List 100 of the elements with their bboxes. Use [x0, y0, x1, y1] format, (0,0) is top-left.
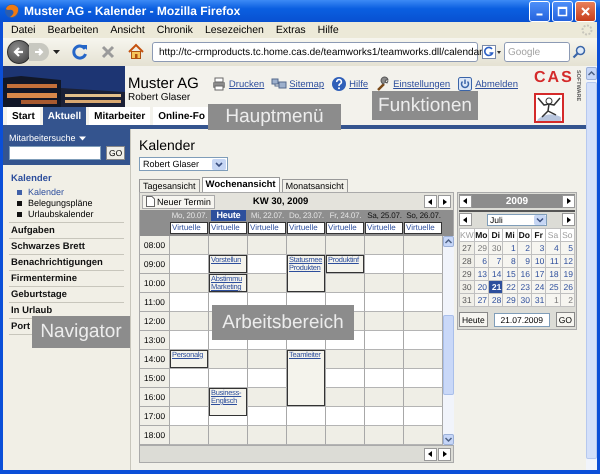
back-button[interactable]	[7, 40, 31, 64]
next-button[interactable]	[438, 448, 451, 460]
calendar-day[interactable]: 23	[518, 281, 532, 293]
calendar-day[interactable]: 2	[560, 294, 574, 306]
menu-tab[interactable]: Online-Fo	[153, 107, 210, 125]
virtual-slot[interactable]: Virtuelle	[404, 222, 442, 234]
next-button[interactable]	[438, 195, 451, 208]
menu-item[interactable]: Ansicht	[104, 24, 151, 36]
search-input[interactable]	[9, 146, 101, 160]
calendar-day[interactable]: 11	[546, 255, 560, 267]
calendar-day[interactable]: 24	[532, 281, 546, 293]
calendar-day[interactable]: 27	[474, 294, 488, 306]
scroll-up-button[interactable]	[443, 236, 454, 247]
menu-item[interactable]: Bearbeiten	[42, 24, 104, 36]
nav-item[interactable]: Kalender	[11, 173, 52, 184]
scroll-down-button[interactable]	[443, 434, 454, 445]
calendar-day[interactable]: 6	[474, 255, 488, 267]
header-link[interactable]: Sitemap	[289, 78, 324, 90]
calendar-day[interactable]: 30	[489, 242, 502, 254]
help-icon[interactable]	[331, 76, 348, 92]
calendar-day[interactable]: 2	[518, 242, 532, 254]
calendar-day[interactable]: 13	[474, 268, 488, 280]
nav-item[interactable]: Firmentermine	[11, 273, 77, 284]
day-label[interactable]: So, 26.07.	[404, 210, 443, 221]
calendar-day[interactable]: 29	[503, 294, 517, 306]
close-button[interactable]	[575, 0, 596, 22]
view-tab[interactable]: Monatsansicht	[282, 179, 348, 192]
calendar-day[interactable]: 7	[489, 255, 502, 267]
virtual-slot[interactable]: Virtuelle	[170, 222, 208, 234]
calendar-day[interactable]: 12	[560, 255, 574, 267]
reload-icon[interactable]	[71, 43, 89, 61]
search-field[interactable]: Google	[504, 42, 570, 62]
maximize-button[interactable]	[552, 0, 573, 22]
virtual-slot[interactable]: Virtuelle	[326, 222, 364, 234]
month-select[interactable]: Juli	[487, 214, 547, 226]
dropdown-arrow-icon[interactable]	[534, 214, 546, 224]
home-icon[interactable]	[127, 43, 145, 61]
calendar-day[interactable]: 20	[474, 281, 488, 293]
previous-button[interactable]	[424, 448, 437, 460]
menu-item[interactable]: Extras	[270, 24, 312, 36]
header-link[interactable]: Hilfe	[349, 78, 368, 90]
next-month-button[interactable]	[562, 213, 575, 226]
calendar-day[interactable]: 9	[518, 255, 532, 267]
view-tab[interactable]: Wochenansicht	[202, 177, 280, 192]
calendar-day[interactable]: 31	[532, 294, 546, 306]
virtual-slot[interactable]: Virtuelle	[248, 222, 286, 234]
calendar-day[interactable]: 22	[503, 281, 517, 293]
minimize-button[interactable]	[529, 0, 550, 22]
calendar-day[interactable]: 15	[503, 268, 517, 280]
previous-month-button[interactable]	[459, 213, 472, 226]
calendar-day[interactable]: 30	[518, 294, 532, 306]
calendar-day[interactable]: 14	[489, 268, 502, 280]
header-link[interactable]: Drucken	[228, 78, 264, 90]
calendar-day[interactable]: 3	[532, 242, 546, 254]
menu-tab[interactable]: Mitarbeiter	[89, 107, 150, 125]
calendar-day[interactable]: 17	[532, 268, 546, 280]
today-button[interactable]: Heute	[459, 312, 488, 327]
power-icon[interactable]	[457, 76, 474, 92]
previous-year-button[interactable]	[459, 194, 472, 208]
calendar-day[interactable]: 29	[474, 242, 488, 254]
nav-item[interactable]: Benachrichtigungen	[11, 257, 103, 268]
calendar-day[interactable]: 10	[532, 255, 546, 267]
nav-item[interactable]: Aufgaben	[11, 225, 55, 236]
virtual-slot[interactable]: Virtuelle	[287, 222, 325, 234]
virtual-slot[interactable]: Virtuelle	[365, 222, 403, 234]
calendar-day[interactable]: 8	[503, 255, 517, 267]
search-icon[interactable]	[572, 45, 586, 59]
calendar-day[interactable]: 5	[560, 242, 574, 254]
menu-item[interactable]: Chronik	[150, 24, 199, 36]
caret-icon[interactable]	[78, 136, 86, 140]
calendar-day[interactable]: 28	[489, 294, 502, 306]
menu-tab[interactable]: Aktuell	[42, 107, 86, 125]
nav-subitem[interactable]: Urlaubskalender	[28, 209, 94, 220]
calendar-day[interactable]: 19	[560, 268, 574, 280]
today-label[interactable]: Heute	[211, 210, 246, 221]
nav-item[interactable]: In Urlaub	[11, 305, 52, 316]
day-label[interactable]: Sa, 25.07.	[365, 210, 404, 221]
nav-subitem[interactable]: Kalender	[28, 187, 64, 198]
calendar-day[interactable]: 16	[518, 268, 532, 280]
go-button[interactable]: GO	[106, 146, 126, 160]
calendar-day[interactable]: 26	[560, 281, 574, 293]
nav-item[interactable]: Schwarzes Brett	[11, 241, 85, 252]
person-select[interactable]: Robert Glaser	[139, 157, 228, 171]
calendar-day[interactable]: 4	[546, 242, 560, 254]
go-button[interactable]: GO	[556, 312, 575, 327]
nav-subitem[interactable]: Belegungspläne	[28, 198, 93, 209]
header-link[interactable]: Einstellungen	[393, 78, 450, 90]
search-engine-icon[interactable]	[482, 45, 502, 59]
calendar-day[interactable]: 18	[546, 268, 560, 280]
view-tab[interactable]: Tagesansicht	[139, 179, 200, 192]
nav-item[interactable]: Port	[11, 321, 30, 332]
calendar-day[interactable]: 1	[546, 294, 560, 306]
calendar-day[interactable]: 1	[503, 242, 517, 254]
calendar-day[interactable]: 21	[489, 281, 502, 293]
scroll-up-button[interactable]	[586, 67, 597, 80]
header-link[interactable]: Abmelden	[475, 78, 518, 90]
printer-icon[interactable]	[210, 76, 227, 92]
dropdown-arrow-icon[interactable]	[212, 158, 226, 170]
previous-button[interactable]	[424, 195, 437, 208]
menu-tab[interactable]: Start	[7, 107, 40, 125]
